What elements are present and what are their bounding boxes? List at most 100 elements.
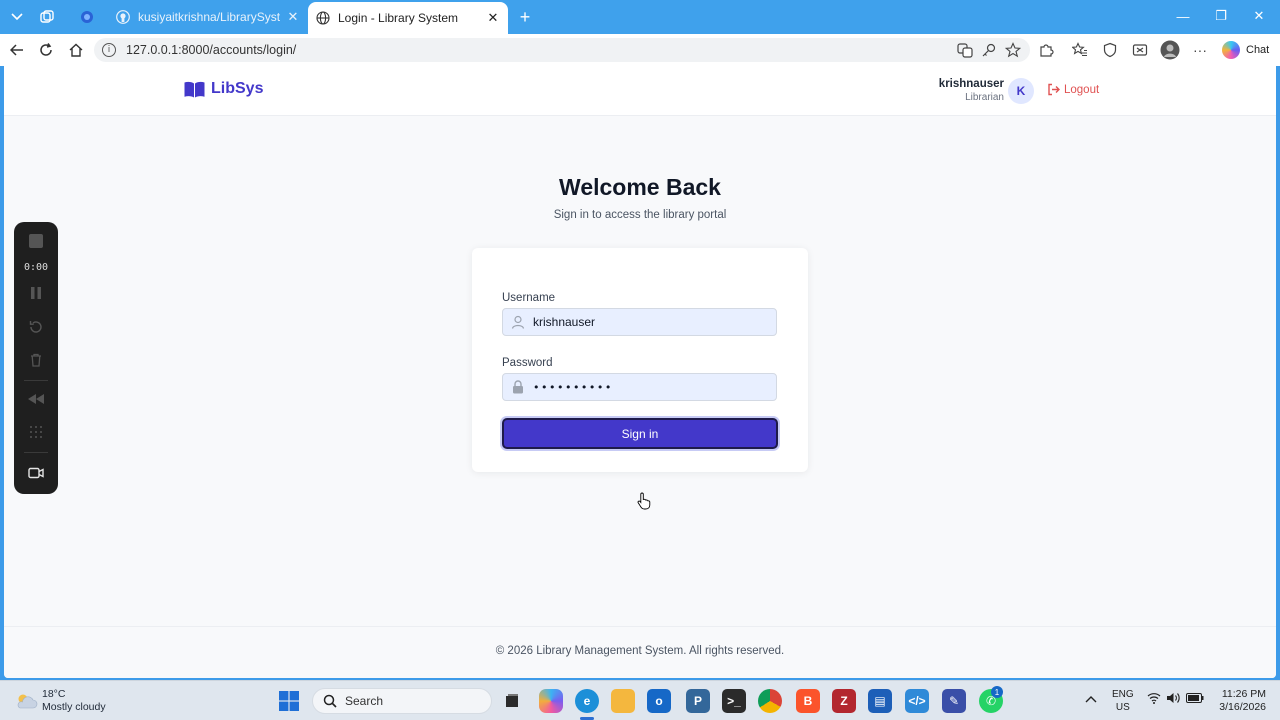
shield-icon[interactable] — [1100, 40, 1120, 60]
search-icon — [323, 694, 337, 708]
weather-temp: 18°C — [42, 688, 66, 700]
url-text[interactable]: 127.0.0.1:8000/accounts/login/ — [126, 43, 296, 57]
copilot-tab-icon[interactable] — [74, 6, 100, 28]
page-viewport: LibSys krishnauser Librarian K Logout We… — [4, 66, 1276, 678]
camera-icon[interactable] — [14, 460, 58, 486]
pause-icon[interactable] — [14, 280, 58, 306]
password-field[interactable] — [502, 373, 777, 401]
brave-browser-icon[interactable]: B — [796, 689, 820, 713]
username-label: Username — [502, 292, 556, 304]
user-info: krishnauser Librarian — [939, 77, 1004, 104]
page-title: Welcome Back — [559, 174, 721, 200]
username-field[interactable] — [502, 308, 777, 336]
user-name: krishnauser — [938, 78, 1004, 90]
pointer-cursor-icon — [637, 492, 651, 510]
file-explorer-icon[interactable] — [611, 689, 635, 713]
postgresql-icon[interactable]: P — [686, 689, 710, 713]
site-info-icon[interactable]: i — [102, 43, 116, 57]
address-bar[interactable]: i 127.0.0.1:8000/accounts/login/ — [94, 38, 1030, 62]
user-role: Librarian — [965, 92, 1004, 103]
search-placeholder: Search — [345, 694, 384, 708]
lock-icon — [511, 380, 525, 394]
recording-timer: 0:00 — [23, 261, 49, 273]
browser-tab-bar: kusiyaitkrishna/LibrarySystem: A C ✕ Log… — [0, 0, 1280, 34]
screenshot-icon[interactable] — [1130, 40, 1150, 60]
paint-app-icon[interactable]: ✎ — [942, 689, 966, 713]
edge-browser-icon[interactable]: e — [575, 689, 599, 713]
system-clock[interactable]: 11:26 PM 3/16/2026 — [1212, 688, 1266, 714]
workspaces-icon[interactable] — [34, 6, 60, 28]
logout-link[interactable]: Logout — [1047, 83, 1099, 96]
translate-icon[interactable] — [956, 41, 974, 59]
grid-dots-icon[interactable] — [14, 419, 58, 445]
login-card: Username Password Sign in — [472, 248, 808, 472]
vscode-icon[interactable]: </> — [905, 689, 929, 713]
back-icon[interactable] — [5, 38, 29, 62]
restore-icon[interactable]: ❐ — [1206, 4, 1236, 28]
copilot-icon — [1222, 41, 1240, 59]
browser-nav-bar: i 127.0.0.1:8000/accounts/login/ ··· Cha… — [0, 34, 1280, 66]
site-footer: © 2026 Library Management System. All ri… — [4, 626, 1276, 678]
filezilla-icon[interactable]: Z — [832, 689, 856, 713]
home-icon[interactable] — [64, 38, 88, 62]
weather-desc: Mostly cloudy — [42, 701, 106, 713]
restart-icon[interactable] — [14, 314, 58, 340]
window-close-icon[interactable]: ✕ — [1244, 4, 1274, 28]
wifi-icon[interactable] — [1147, 692, 1161, 707]
notification-badge: 1 — [991, 686, 1003, 698]
password-label: Password — [502, 357, 553, 369]
cloudy-weather-icon — [14, 692, 38, 710]
profile-avatar-icon[interactable] — [1160, 40, 1180, 60]
github-icon — [116, 10, 130, 24]
brand-name: LibSys — [211, 80, 264, 97]
windows-start-icon[interactable] — [279, 691, 299, 711]
outlook-icon[interactable]: o — [647, 689, 671, 713]
tab-title: Login - Library System — [338, 11, 459, 25]
refresh-icon[interactable] — [34, 38, 58, 62]
task-view-icon[interactable] — [500, 689, 524, 713]
extensions-icon[interactable] — [1036, 40, 1056, 60]
copilot-chat-button[interactable]: Chat — [1222, 39, 1269, 61]
tab-actions-chevron-icon[interactable] — [4, 6, 30, 28]
logout-label: Logout — [1064, 83, 1100, 96]
close-icon[interactable]: ✕ — [286, 9, 300, 25]
sign-in-button[interactable]: Sign in — [502, 418, 778, 449]
battery-icon[interactable] — [1186, 692, 1204, 706]
page-subtitle: Sign in to access the library portal — [553, 209, 727, 221]
rewind-icon[interactable] — [14, 386, 58, 412]
terminal-icon[interactable]: >_ — [722, 689, 746, 713]
globe-icon — [316, 11, 330, 25]
site-header: LibSys krishnauser Librarian K Logout — [4, 66, 1276, 116]
stop-recording-button[interactable] — [14, 228, 58, 254]
store-icon[interactable]: ▤ — [868, 689, 892, 713]
key-icon[interactable] — [980, 41, 998, 59]
username-input[interactable] — [533, 315, 773, 329]
screen-recorder-toolbar: 0:00 — [14, 222, 58, 494]
tab-github[interactable]: kusiyaitkrishna/LibrarySystem: A C ✕ — [108, 4, 308, 30]
copilot-app-icon[interactable] — [539, 689, 563, 713]
trash-icon[interactable] — [14, 347, 58, 373]
input-language[interactable]: ENG US — [1112, 688, 1134, 714]
chat-label: Chat — [1246, 44, 1270, 56]
windows-taskbar: 18°C Mostly cloudy Search e o P >_ B Z ▤… — [0, 680, 1280, 720]
tab-login[interactable]: Login - Library System ✕ — [308, 2, 508, 34]
brand-link[interactable]: LibSys — [184, 80, 263, 98]
favorite-star-icon[interactable] — [1004, 41, 1022, 59]
new-tab-button[interactable]: + — [512, 6, 538, 28]
close-icon[interactable]: ✕ — [486, 10, 500, 26]
minimize-icon[interactable]: — — [1168, 4, 1198, 28]
book-open-icon — [184, 81, 205, 98]
sign-out-icon — [1047, 83, 1060, 96]
taskbar-search[interactable]: Search — [312, 688, 492, 714]
avatar[interactable]: K — [1008, 78, 1034, 104]
chrome-icon[interactable] — [758, 689, 782, 713]
favorites-icon[interactable] — [1070, 40, 1090, 60]
tray-overflow-chevron-icon[interactable] — [1085, 692, 1097, 706]
volume-icon[interactable] — [1166, 692, 1180, 707]
password-input[interactable] — [533, 380, 773, 394]
weather-widget[interactable]: 18°C Mostly cloudy — [14, 688, 106, 714]
footer-copyright: © 2026 Library Management System. All ri… — [495, 645, 785, 657]
user-icon — [511, 315, 525, 329]
more-options-icon[interactable]: ··· — [1190, 40, 1210, 60]
tab-title: kusiyaitkrishna/LibrarySystem: A C — [138, 10, 280, 24]
